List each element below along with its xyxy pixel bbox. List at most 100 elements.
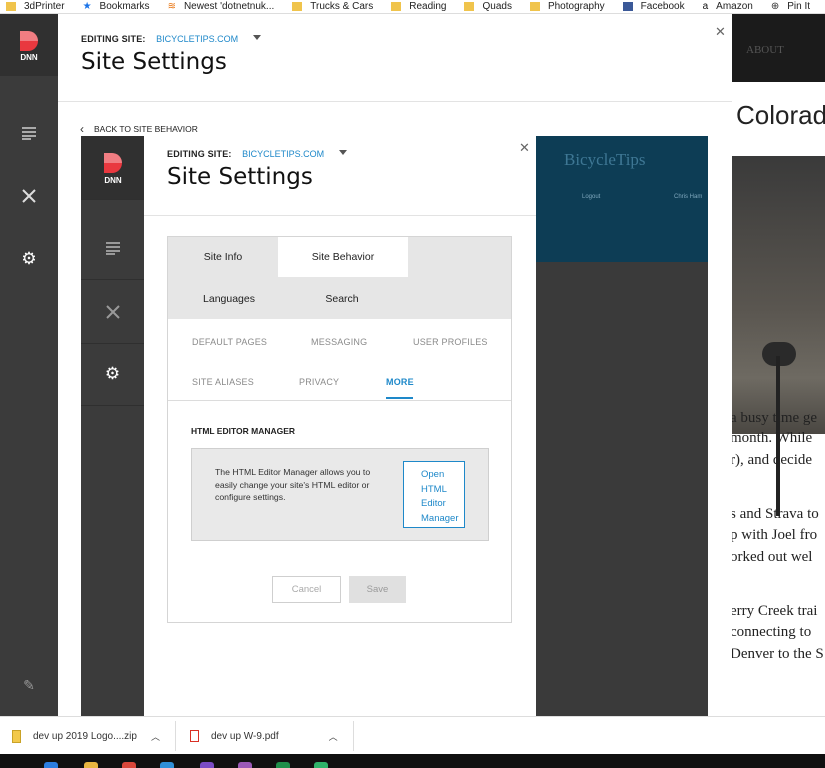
chevron-down-icon[interactable] — [252, 35, 261, 41]
folder-icon — [6, 2, 16, 11]
pinterest-icon: ⊕ — [770, 1, 780, 12]
download-item-zip[interactable]: dev up 2019 Logo....zip ︿ — [12, 717, 160, 755]
site-post-title: Colorad — [736, 100, 825, 130]
save-button[interactable]: Save — [349, 576, 406, 603]
tools-icon — [105, 304, 120, 319]
chevron-down-icon[interactable] — [338, 150, 347, 156]
folder-icon — [391, 2, 402, 11]
preview-brand: BicycleTips — [564, 150, 646, 169]
dnn-logo[interactable]: DNN — [0, 14, 58, 76]
content-menu-item[interactable] — [0, 102, 58, 164]
preview-logout-link[interactable]: Logout — [582, 194, 600, 200]
page-title: Site Settings — [167, 164, 313, 190]
subtab-divider — [168, 400, 511, 401]
page-title: Site Settings — [81, 49, 227, 75]
editing-site-label: EDITING SITE: — [167, 149, 232, 159]
button-line: HTML — [421, 483, 447, 495]
bookmark-label: Trucks & Cars — [310, 1, 374, 12]
app-icon[interactable] — [314, 762, 328, 768]
outer-panel-header: EDITING SITE: BICYCLETIPS.COM Site Setti… — [58, 14, 732, 102]
windows-taskbar — [0, 754, 825, 768]
back-link-label: BACK TO SITE BEHAVIOR — [94, 124, 198, 134]
subtab-messaging[interactable]: MESSAGING — [311, 337, 367, 347]
settings-menu-item[interactable]: ⚙ — [0, 228, 58, 290]
inner-dnn-logo[interactable]: DNN — [81, 136, 144, 200]
bookmark-item[interactable]: Reading — [391, 1, 446, 12]
close-icon[interactable]: ✕ — [715, 24, 726, 40]
bookmark-label: Facebook — [640, 1, 685, 12]
bookmark-item[interactable]: Photography — [529, 1, 605, 12]
site-settings-card: Site Info Site Behavior Languages Search… — [167, 236, 512, 623]
bookmark-label: Reading — [409, 1, 447, 12]
outlook-icon[interactable] — [160, 762, 174, 768]
pdf-file-icon — [190, 730, 199, 742]
download-separator — [353, 721, 354, 751]
subtab-privacy[interactable]: PRIVACY — [299, 377, 339, 387]
close-icon[interactable]: ✕ — [519, 140, 530, 156]
inner-settings-menu-item[interactable]: ⚙ — [81, 342, 144, 406]
app-icon[interactable] — [238, 762, 252, 768]
bookmark-item[interactable]: ≋ Newest 'dotnetnuk... — [168, 1, 275, 12]
bookmark-item[interactable]: 3dPrinter — [6, 1, 65, 12]
start-icon[interactable] — [44, 762, 58, 768]
download-label: dev up W-9.pdf — [211, 730, 279, 742]
gear-icon: ⚙ — [21, 249, 37, 268]
manage-menu-item[interactable] — [0, 165, 58, 227]
bookmark-item[interactable]: ★ Bookmarks — [83, 1, 150, 12]
tab-site-behavior[interactable]: Site Behavior — [278, 237, 408, 277]
site-top-nav: ABOUT — [732, 14, 825, 82]
site-hero-photo — [732, 156, 825, 516]
editing-site-link[interactable]: BICYCLETIPS.COM — [156, 34, 238, 44]
outer-persona-bar: DNN ⚙ ✎ — [0, 14, 58, 716]
folder-icon — [529, 2, 540, 11]
chevron-up-icon[interactable]: ︿ — [151, 730, 160, 743]
facebook-icon — [622, 2, 633, 11]
html-editor-description: The HTML Editor Manager allows you to ea… — [215, 467, 371, 502]
site-text-line: month. While — [732, 430, 813, 446]
open-html-editor-manager-button[interactable]: Open HTML Editor Manager — [403, 461, 465, 528]
inner-manage-menu-item[interactable] — [81, 280, 144, 344]
inner-content-menu-item[interactable] — [81, 216, 144, 280]
editing-site-link[interactable]: BICYCLETIPS.COM — [242, 149, 324, 159]
downloads-bar: dev up 2019 Logo....zip ︿ dev up W-9.pdf… — [0, 716, 825, 754]
back-to-site-behavior-link[interactable]: ‹ BACK TO SITE BEHAVIOR — [80, 122, 198, 136]
subtab-more[interactable]: MORE — [386, 377, 414, 387]
bookmark-item[interactable]: a Amazon — [703, 1, 753, 12]
bookmark-label: Pin It — [787, 1, 811, 12]
bookmark-item[interactable]: ⊕ Pin It — [771, 1, 810, 12]
subtab-user-profiles[interactable]: USER PROFILES — [413, 337, 488, 347]
site-text-line: r), and decide — [732, 452, 813, 468]
excel-icon[interactable] — [276, 762, 290, 768]
dnn-logo-icon: DNN — [20, 31, 38, 61]
html-editor-info-box: The HTML Editor Manager allows you to ea… — [191, 448, 489, 541]
preview-user-link[interactable]: Chris Ham — [674, 194, 702, 200]
download-item-pdf[interactable]: dev up W-9.pdf ︿ — [190, 717, 338, 755]
nav-about-link[interactable]: ABOUT — [746, 44, 784, 56]
bookmark-item[interactable]: Trucks & Cars — [292, 1, 373, 12]
dnn-logo-text: DNN — [20, 53, 38, 61]
inner-persona-bar: DNN ⚙ — [81, 136, 144, 716]
chrome-icon[interactable] — [122, 762, 136, 768]
explorer-icon[interactable] — [84, 762, 98, 768]
subtab-site-aliases[interactable]: SITE ALIASES — [192, 377, 254, 387]
main-tabs: Site Info Site Behavior Languages Search — [168, 237, 511, 319]
tab-search[interactable]: Search — [290, 279, 394, 319]
pencil-icon: ✎ — [23, 676, 35, 693]
editing-site-label: EDITING SITE: — [81, 34, 146, 44]
tab-languages[interactable]: Languages — [168, 279, 290, 319]
site-text-line: a busy time ge — [732, 410, 818, 426]
cancel-button[interactable]: Cancel — [272, 576, 341, 603]
visual-studio-icon[interactable] — [200, 762, 214, 768]
download-separator — [175, 721, 176, 751]
folder-icon — [292, 2, 303, 11]
button-line: Editor — [421, 498, 446, 509]
bookmark-item[interactable]: Facebook — [622, 1, 685, 12]
bookmark-label: 3dPrinter — [24, 1, 65, 12]
bookmark-item[interactable]: Quads — [464, 1, 512, 12]
chevron-up-icon[interactable]: ︿ — [329, 730, 338, 743]
subtab-default-pages[interactable]: DEFAULT PAGES — [192, 337, 267, 347]
inner-editing-site: EDITING SITE: BICYCLETIPS.COM — [167, 144, 347, 162]
dnn-logo-icon: DNN — [103, 152, 122, 185]
edit-page-item[interactable]: ✎ — [0, 654, 58, 716]
tab-site-info[interactable]: Site Info — [168, 237, 278, 277]
